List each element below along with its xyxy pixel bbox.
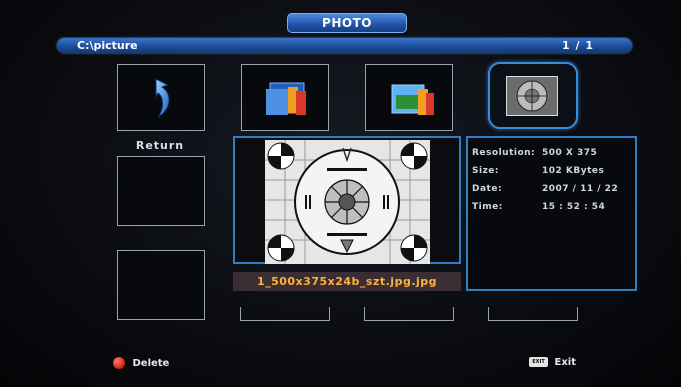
info-key: Resolution: (472, 148, 536, 158)
info-value: 500 X 375 (542, 148, 598, 158)
empty-tile[interactable] (117, 250, 205, 320)
exit-key-icon: EXIT (529, 357, 548, 367)
info-key: Date: (472, 184, 503, 194)
selected-image-tile[interactable] (488, 62, 578, 129)
info-key: Time: (472, 202, 503, 212)
return-tile[interactable] (117, 64, 205, 131)
current-path: C:\picture (77, 39, 138, 52)
page-indicator: 1 / 1 (562, 39, 594, 52)
preview-test-card (265, 140, 430, 264)
file-info-panel: Resolution: 500 X 375 Size: 102 KBytes D… (466, 136, 637, 291)
info-value: 2007 / 11 / 22 (542, 184, 619, 194)
delete-hint[interactable]: Delete (113, 357, 169, 369)
empty-slot[interactable] (240, 307, 330, 321)
exit-label: Exit (554, 357, 576, 368)
empty-slot[interactable] (364, 307, 454, 321)
folder-tile-1[interactable] (241, 64, 329, 131)
return-arrow-icon (155, 78, 170, 118)
file-name: 1_500x375x24b_szt.jpg.jpg (233, 272, 461, 291)
page-title: PHOTO (287, 13, 407, 33)
folder-icon (391, 84, 434, 115)
return-label: Return (135, 139, 185, 152)
empty-slot[interactable] (488, 307, 578, 321)
empty-tile[interactable] (117, 156, 205, 226)
image-preview (233, 136, 461, 264)
folder-icon (266, 82, 306, 115)
test-card-graphic (265, 140, 430, 264)
delete-label: Delete (132, 358, 170, 369)
red-button-icon (113, 357, 125, 369)
image-file-icon (506, 76, 558, 116)
photo-browser-screen: PHOTO C:\picture 1 / 1 Return Resolution… (0, 0, 681, 387)
path-bar: C:\picture 1 / 1 (57, 38, 632, 53)
info-key: Size: (472, 166, 500, 176)
folder-tile-2[interactable] (365, 64, 453, 131)
thumbnail-test-card (507, 77, 557, 115)
info-value: 102 KBytes (542, 166, 605, 176)
exit-hint[interactable]: EXIT Exit (529, 357, 576, 368)
info-value: 15 : 52 : 54 (542, 202, 606, 212)
